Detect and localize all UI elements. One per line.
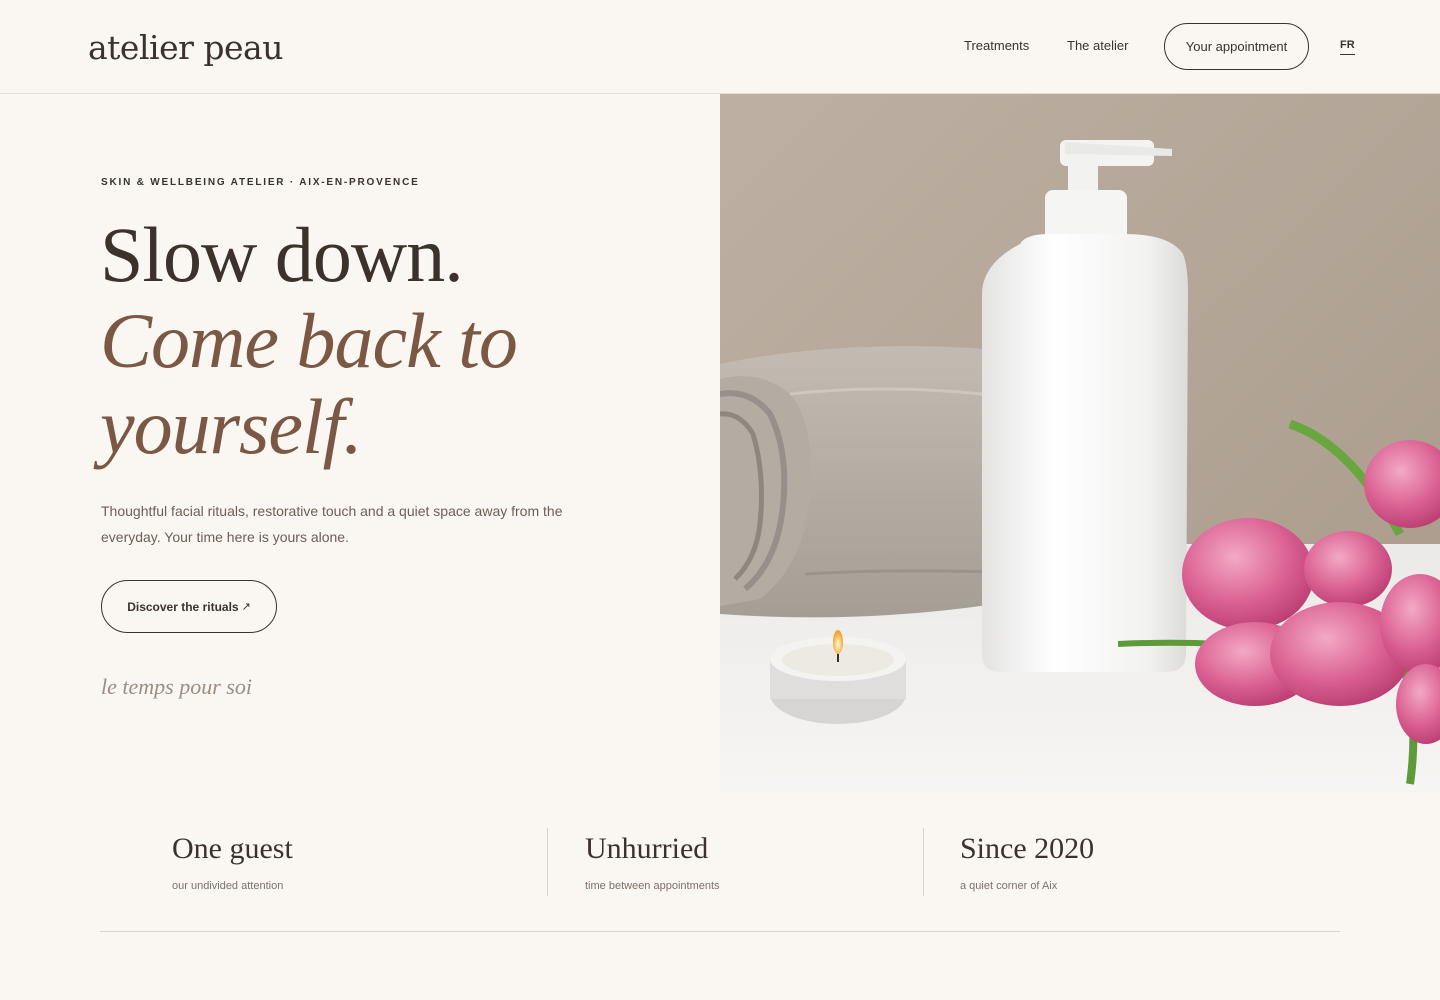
nav-link-the-atelier[interactable]: The atelier — [1067, 38, 1128, 53]
stat-subtitle: our undivided attention — [172, 880, 284, 892]
hero-headline: Slow down. Come back to yourself. — [100, 212, 660, 470]
logo[interactable]: atelier peau — [88, 28, 283, 67]
stat-subtitle: time between appointments — [585, 880, 720, 892]
language-switch[interactable]: FR — [1340, 39, 1355, 55]
cta-label: Discover the rituals — [127, 599, 239, 614]
hero-eyebrow: SKIN & WELLBEING ATELIER · AIX-EN-PROVEN… — [101, 177, 420, 188]
hero-intro: Thoughtful facial rituals, restorative t… — [101, 503, 563, 545]
site-header: atelier peau Treatments The atelier Your… — [0, 0, 1440, 94]
stat-title: Since 2020 — [960, 832, 1095, 865]
nav-link-treatments[interactable]: Treatments — [964, 38, 1029, 53]
hero-tagline: le temps pour soi — [101, 674, 252, 699]
arrow-up-right-icon: ↗ — [241, 601, 251, 613]
stat-title: Unhurried — [585, 832, 709, 865]
stat-since-2020: Since 2020 a quiet corner of Aix — [923, 828, 1340, 896]
stat-one-guest: One guest our undivided attention — [100, 828, 548, 896]
headline-line-1: Slow down. — [100, 211, 464, 298]
stat-subtitle: a quiet corner of Aix — [960, 880, 1058, 892]
appointment-button[interactable]: Your appointment — [1164, 23, 1309, 70]
stat-unhurried: Unhurried time between appointments — [547, 828, 924, 896]
stat-title: One guest — [172, 832, 293, 865]
hero-image — [720, 94, 1440, 792]
discover-rituals-button[interactable]: Discover the rituals ↗ — [101, 580, 277, 633]
divider — [100, 931, 1340, 932]
headline-line-2: Come back to yourself. — [100, 297, 518, 470]
